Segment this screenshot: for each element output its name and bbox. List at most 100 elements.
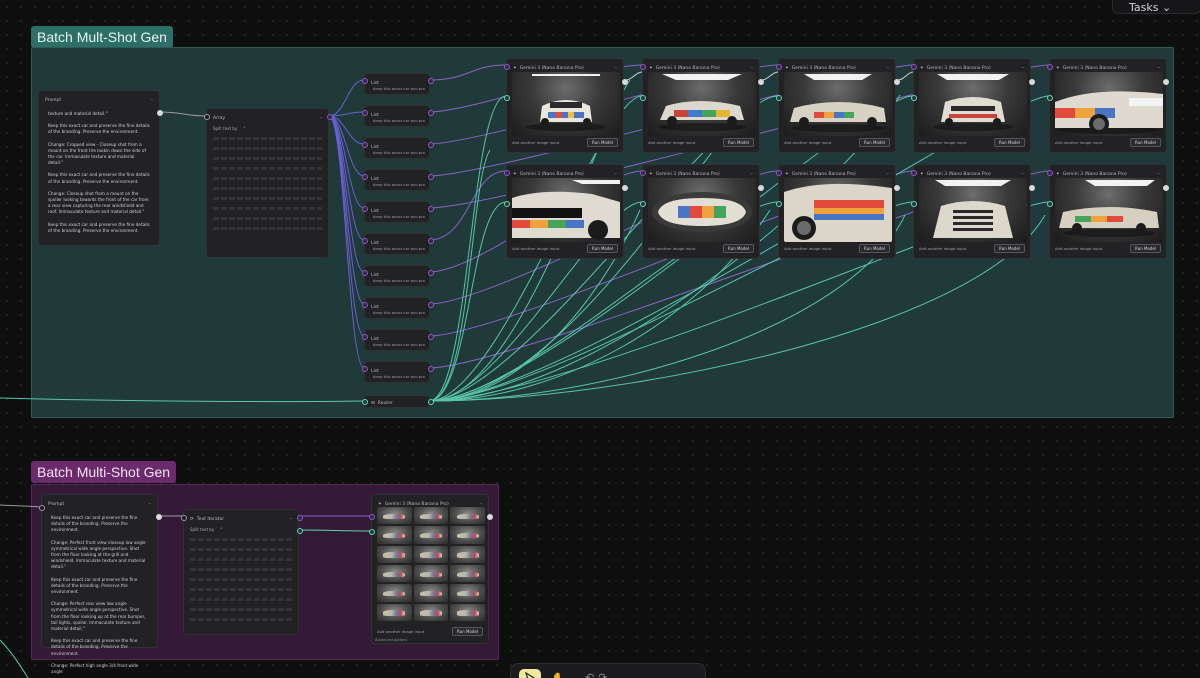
more-options-icon[interactable]: ··· <box>1157 66 1160 71</box>
input-port[interactable] <box>640 64 646 70</box>
add-image-input-link[interactable]: Add another image input <box>1055 246 1102 251</box>
output-port[interactable] <box>428 110 434 116</box>
tasks-button[interactable]: Tasks ⌄ <box>1112 0 1200 14</box>
image-input-port[interactable] <box>369 529 375 535</box>
image-input-port[interactable] <box>776 201 782 207</box>
run-model-button[interactable]: Run Model <box>994 138 1025 147</box>
image-thumbnail[interactable] <box>450 584 485 602</box>
output-port[interactable] <box>428 238 434 244</box>
image-thumbnail[interactable] <box>377 603 412 621</box>
gemini-node[interactable]: ✦ Gemini 3 (Nano Banana Pro) ··· Add ano… <box>504 58 628 153</box>
image-input-port[interactable] <box>640 201 646 207</box>
output-port[interactable] <box>428 399 434 405</box>
advanced-options-link[interactable]: Advanced options <box>375 638 407 642</box>
router-node[interactable]: ⊟ Router <box>362 395 434 408</box>
list-node[interactable]: List Keep this exact car and preserv... <box>362 265 434 287</box>
output-port[interactable] <box>487 514 493 520</box>
list-node[interactable]: List Keep this exact car and preserv... <box>362 361 434 383</box>
input-port[interactable] <box>204 114 210 120</box>
prompt-text[interactable]: texture and material detail." Keep this … <box>48 111 150 240</box>
output-port[interactable] <box>1029 185 1035 191</box>
run-model-button[interactable]: Run Model <box>723 138 754 147</box>
output-port[interactable] <box>428 334 434 340</box>
add-image-input-link[interactable]: Add another image input <box>784 140 831 145</box>
image-thumbnail[interactable] <box>450 564 485 583</box>
output-port[interactable] <box>428 174 434 180</box>
input-port[interactable] <box>504 170 510 176</box>
run-model-button[interactable]: Run Model <box>859 244 890 253</box>
more-options-icon[interactable]: ··· <box>150 98 153 103</box>
output-port[interactable] <box>428 206 434 212</box>
output-port[interactable] <box>1163 185 1169 191</box>
input-port[interactable] <box>362 302 368 308</box>
image-input-port[interactable] <box>911 201 917 207</box>
input-port[interactable] <box>362 78 368 84</box>
gemini-node[interactable]: ✦ Gemini 3 (Nano Banana Pro) ··· Add ano… <box>911 164 1035 259</box>
image-input-port[interactable] <box>1047 95 1053 101</box>
output-port[interactable] <box>297 515 303 521</box>
output-port[interactable] <box>758 79 764 85</box>
image-thumbnail[interactable] <box>413 584 449 602</box>
list-node[interactable]: List Keep this exact car and preserv... <box>362 201 434 223</box>
input-port[interactable] <box>362 142 368 148</box>
output-port[interactable] <box>428 142 434 148</box>
input-port[interactable] <box>911 64 917 70</box>
more-options-icon[interactable]: ··· <box>614 66 617 71</box>
hand-tool-icon[interactable]: ✋ <box>551 672 565 678</box>
image-thumbnail[interactable] <box>450 526 485 544</box>
input-port[interactable] <box>911 170 917 176</box>
image-thumbnail[interactable] <box>413 526 449 544</box>
run-model-button[interactable]: Run Model <box>723 244 754 253</box>
image-input-port[interactable] <box>911 95 917 101</box>
list-node[interactable]: List Keep this exact car and preserv... <box>362 297 434 319</box>
input-port[interactable] <box>1047 64 1053 70</box>
input-port[interactable] <box>362 366 368 372</box>
image-input-port[interactable] <box>1047 201 1053 207</box>
output-port[interactable] <box>428 78 434 84</box>
image-thumbnail[interactable] <box>450 507 485 525</box>
add-image-input-link[interactable]: Add another image input <box>648 140 695 145</box>
run-model-button[interactable]: Run Model <box>994 244 1025 253</box>
input-port[interactable] <box>362 270 368 276</box>
input-port[interactable] <box>181 515 187 521</box>
image-thumbnail[interactable] <box>413 564 449 583</box>
image-input-port[interactable] <box>776 95 782 101</box>
more-options-icon[interactable]: ··· <box>886 66 889 71</box>
image-thumbnail[interactable] <box>450 545 485 563</box>
array-node[interactable]: Array ··· Split text by " <box>204 108 333 258</box>
gemini-node-bottom[interactable]: ✦ Gemini 3 (Nano Banana Pro) ··· Add ano… <box>369 494 493 644</box>
more-options-icon[interactable]: ··· <box>1157 172 1160 177</box>
more-options-icon[interactable]: ··· <box>289 517 292 522</box>
output-port[interactable] <box>622 185 628 191</box>
image-thumbnail[interactable] <box>413 545 449 563</box>
input-port[interactable] <box>776 170 782 176</box>
more-options-icon[interactable]: ··· <box>614 172 617 177</box>
list-node[interactable]: List Keep this exact car and preserv... <box>362 169 434 191</box>
input-port[interactable] <box>776 64 782 70</box>
gemini-node[interactable]: ✦ Gemini 3 (Nano Banana Pro) ··· Add ano… <box>504 164 628 259</box>
image-thumbnail[interactable] <box>377 584 412 602</box>
output-port[interactable] <box>622 79 628 85</box>
prompt-node-top[interactable]: Prompt ··· texture and material detail."… <box>38 90 163 246</box>
image-thumbnail[interactable] <box>377 564 412 583</box>
image-thumbnail[interactable] <box>450 603 485 621</box>
list-node[interactable]: List Keep this exact car and preserv... <box>362 105 434 127</box>
prompt-node-bottom[interactable]: Prompt ··· Keep this exact car and prese… <box>39 494 162 674</box>
gemini-node[interactable]: ✦ Gemini 3 (Nano Banana Pro) ··· Add ano… <box>640 58 764 153</box>
output-port[interactable] <box>297 528 303 534</box>
generated-car-image[interactable] <box>784 178 892 242</box>
image-thumbnail[interactable] <box>377 545 412 563</box>
generated-car-image[interactable] <box>648 72 756 136</box>
add-image-input-link[interactable]: Add another image input <box>919 246 966 251</box>
run-model-button[interactable]: Run Model <box>1130 138 1161 147</box>
input-port[interactable] <box>369 514 375 520</box>
list-node[interactable]: List Keep this exact car and preserv... <box>362 233 434 255</box>
generated-car-image[interactable] <box>512 72 620 136</box>
gemini-node[interactable]: ✦ Gemini 3 (Nano Banana Pro) ··· Add ano… <box>776 164 900 259</box>
pointer-tool-button[interactable] <box>519 669 541 678</box>
input-port[interactable] <box>362 110 368 116</box>
image-input-port[interactable] <box>504 95 510 101</box>
output-port[interactable] <box>327 114 333 120</box>
generated-car-image[interactable] <box>784 72 892 136</box>
more-options-icon[interactable]: ··· <box>1021 172 1024 177</box>
